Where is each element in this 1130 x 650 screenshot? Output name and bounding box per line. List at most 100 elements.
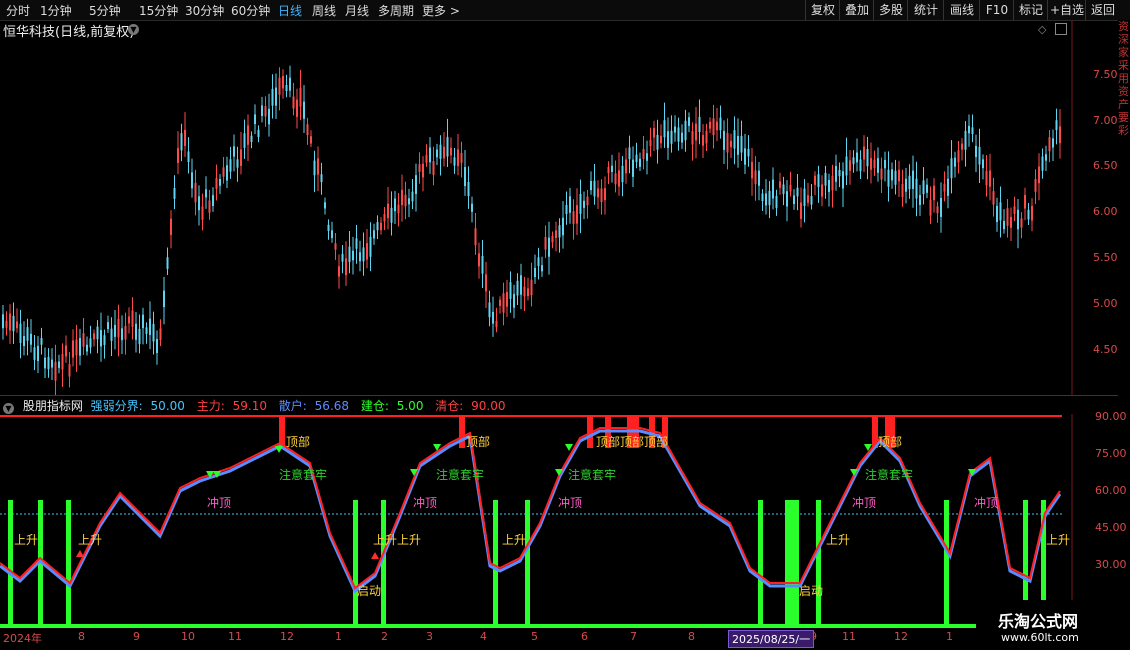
- candle-body: [989, 170, 991, 187]
- signal-label: 冲顶: [558, 496, 583, 510]
- indicator-tick: 60.00: [1095, 484, 1127, 497]
- candle-body: [331, 230, 333, 239]
- candle-body: [156, 339, 158, 353]
- candle-body: [415, 175, 417, 195]
- candle-body: [100, 330, 102, 347]
- candle-body: [320, 174, 323, 183]
- candle-body: [222, 167, 225, 177]
- price-tick: 4.50: [1093, 343, 1118, 356]
- multi-stock-button[interactable]: 多股: [873, 0, 908, 20]
- candle-body: [478, 253, 480, 267]
- candle-body: [149, 318, 151, 335]
- candle-body: [261, 105, 263, 117]
- candle-body: [579, 194, 582, 214]
- candle-body: [184, 129, 186, 147]
- draw-line-button[interactable]: 画线: [943, 0, 980, 20]
- period-tab-15min[interactable]: 15分钟: [139, 2, 178, 19]
- candle-body: [733, 130, 736, 149]
- candle-body: [187, 151, 190, 163]
- signal-label: 冲顶: [413, 496, 438, 510]
- period-tab-month[interactable]: 月线: [345, 2, 369, 19]
- indicator-chart[interactable]: [0, 414, 1118, 630]
- candle-body: [394, 198, 396, 212]
- price-chart[interactable]: [0, 20, 1118, 396]
- indicator-label: 散户:: [278, 399, 307, 413]
- period-tab-5min[interactable]: 5分钟: [89, 2, 121, 19]
- mark-button[interactable]: 标记: [1013, 0, 1048, 20]
- f10-button[interactable]: F10: [979, 0, 1014, 20]
- candle-body: [23, 336, 25, 346]
- candle-body: [180, 133, 183, 151]
- candle-body: [856, 152, 858, 163]
- side-strip-text: 资深家采用资产要彩: [1118, 20, 1129, 137]
- candle-body: [1031, 205, 1033, 221]
- time-axis: 2024年 8 9 10 11 12 1 2 3 4 5 6 7 8 9 11 …: [0, 630, 1070, 645]
- candle-body: [1055, 120, 1058, 131]
- overlay-button[interactable]: 叠加: [839, 0, 874, 20]
- period-tab-1min[interactable]: 1分钟: [40, 2, 72, 19]
- candle-body: [926, 184, 928, 193]
- period-tab-30min[interactable]: 30分钟: [185, 2, 224, 19]
- candle-body: [1024, 194, 1026, 209]
- stats-button[interactable]: 统计: [907, 0, 944, 20]
- candle-body: [152, 323, 155, 342]
- candle-body: [362, 247, 365, 262]
- candle-body: [891, 169, 893, 181]
- fuquan-button[interactable]: 复权: [805, 0, 840, 20]
- candle-body: [751, 161, 753, 179]
- candle-body: [800, 202, 802, 219]
- candle-body: [719, 117, 722, 131]
- signal-label: 上升: [14, 533, 39, 547]
- candle-body: [72, 340, 74, 358]
- time-axis-label: 11: [842, 630, 856, 643]
- period-tab-fenshi[interactable]: 分时: [6, 2, 30, 19]
- indicator-name: 股朋指标网: [22, 399, 83, 413]
- indicator-tick: 30.00: [1095, 558, 1127, 571]
- candle-body: [611, 165, 613, 172]
- candle-body: [873, 159, 876, 168]
- candle-body: [978, 146, 981, 165]
- time-axis-label: 12: [894, 630, 908, 643]
- candle-body: [803, 188, 806, 206]
- period-tab-60min[interactable]: 60分钟: [231, 2, 270, 19]
- candle-body: [289, 77, 291, 91]
- candle-body: [86, 344, 88, 352]
- candle-body: [863, 146, 865, 160]
- period-tab-day[interactable]: 日线: [278, 2, 302, 19]
- candle-body: [859, 159, 862, 172]
- price-tick: 7.00: [1093, 114, 1118, 127]
- signal-label: 冲顶: [974, 496, 999, 510]
- period-tab-multi[interactable]: 多周期: [378, 2, 414, 19]
- candle-body: [905, 178, 907, 192]
- candle-body: [5, 320, 8, 328]
- indicator-value: 50.00: [150, 399, 185, 413]
- add-favorite-button[interactable]: +自选: [1047, 0, 1086, 20]
- candle-body: [212, 195, 214, 206]
- candle-body: [982, 159, 984, 169]
- chevron-down-icon[interactable]: ▼: [3, 403, 14, 414]
- candle-body: [635, 154, 638, 163]
- period-tab-week[interactable]: 周线: [312, 2, 336, 19]
- green-bar-series: [8, 500, 1046, 626]
- candle-body: [723, 130, 725, 150]
- candle-body: [541, 265, 543, 272]
- candle-body: [128, 316, 130, 324]
- candle-body: [481, 255, 484, 274]
- period-tab-more[interactable]: 更多 >: [422, 2, 460, 19]
- candle-body: [835, 166, 837, 182]
- candle-body: [82, 333, 85, 347]
- candle-body: [943, 183, 946, 192]
- candle-body: [16, 321, 18, 329]
- candle-body: [422, 163, 424, 178]
- candle-body: [765, 193, 767, 206]
- back-button[interactable]: 返回: [1085, 0, 1120, 20]
- build-signal-bar: [525, 500, 530, 626]
- candle-body: [299, 87, 302, 107]
- candle-body: [93, 333, 95, 340]
- candle-body: [310, 136, 312, 144]
- candle-body: [849, 160, 851, 171]
- candle-body: [9, 313, 11, 331]
- candle-body: [278, 77, 281, 95]
- candle-body: [947, 178, 949, 196]
- candle-body: [642, 149, 645, 159]
